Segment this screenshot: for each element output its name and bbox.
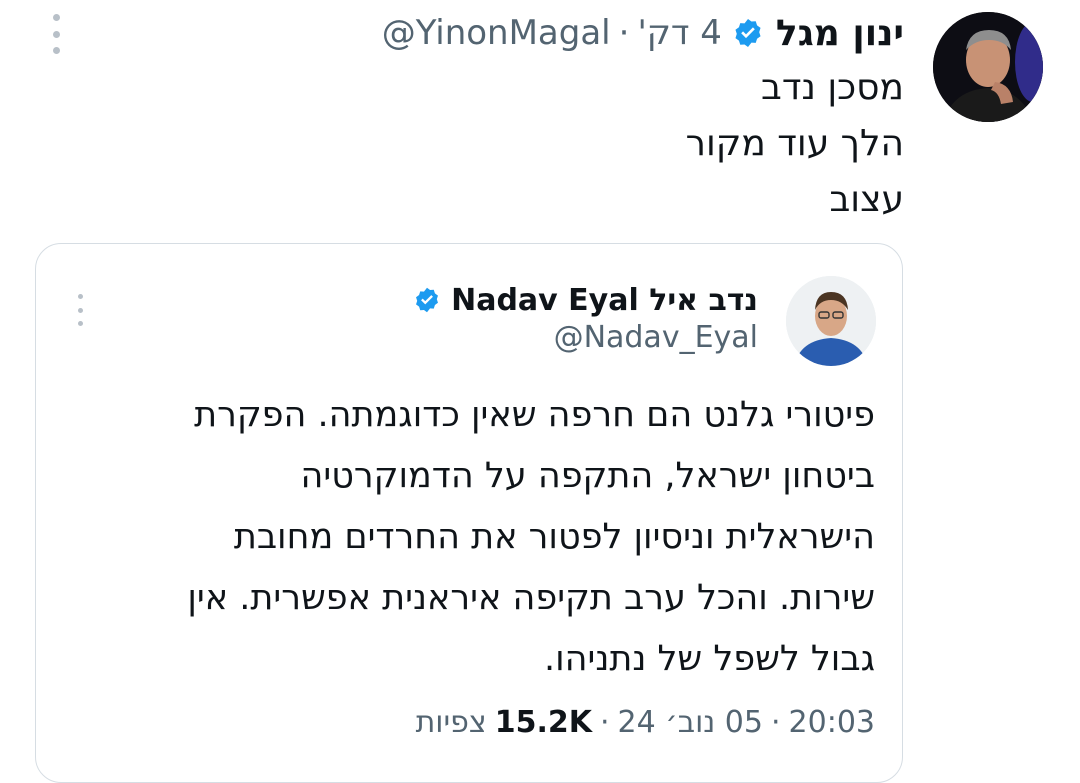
views-label: צפיות <box>415 704 487 740</box>
quoted-author-row: נדב איל Nadav Eyal <box>413 280 758 320</box>
quoted-text-line: ביטחון ישראל, התקפה על הדמוקרטיה <box>300 456 875 496</box>
quoted-text-line: שירות. והכל ערב תקיפה איראנית אפשרית. אי… <box>187 578 875 618</box>
tweet-header: ינון מגל @YinonMagal · 4 דק' <box>382 8 904 58</box>
quoted-author-handle[interactable]: @Nadav_Eyal <box>554 320 758 355</box>
tweet-text: מסכן נדב הלך עוד מקור עצוב <box>204 60 904 228</box>
views-count[interactable]: 15.2K <box>495 705 592 740</box>
footer-separator: · <box>599 704 610 740</box>
more-dot <box>77 294 83 299</box>
quoted-time[interactable]: 20:03 <box>789 705 875 740</box>
author-handle[interactable]: @YinonMagal <box>382 13 611 53</box>
more-dot <box>52 14 60 21</box>
verified-badge-icon <box>735 19 761 47</box>
more-dot <box>77 321 83 326</box>
tweet-text-line: עצוב <box>829 179 904 220</box>
avatar-photo <box>786 276 876 366</box>
quoted-text-line: גבול לשפל של נתניהו. <box>544 639 875 679</box>
quoted-tweet-text: פיטורי גלנט הם חרפה שאין כדוגמתה. הפקרת … <box>115 385 875 690</box>
quoted-tweet-footer: 20:03 · 05 נוב׳ 24 · 15.2K צפיות <box>416 700 875 744</box>
author-meta: @YinonMagal · 4 דק' <box>382 13 722 53</box>
tweet-text-line: מסכן נדב <box>761 67 904 108</box>
quoted-author-name[interactable]: נדב איל Nadav Eyal <box>451 283 758 318</box>
author-avatar[interactable] <box>933 12 1043 122</box>
more-dot <box>77 307 83 313</box>
quoted-text-line: פיטורי גלנט הם חרפה שאין כדוגמתה. הפקרת <box>194 395 875 435</box>
verified-badge-icon <box>416 287 439 313</box>
quoted-text-line: הישראלית וניסיון לפטור את החרדים מחובת <box>233 517 875 557</box>
tweet-text-line: הלך עוד מקור <box>685 123 904 164</box>
avatar-photo <box>933 12 1043 122</box>
quoted-more-options-button[interactable] <box>72 294 88 326</box>
tweet-time[interactable]: 4 דק' <box>637 13 721 53</box>
more-dot <box>52 47 60 54</box>
more-dot <box>52 30 60 38</box>
more-options-button[interactable] <box>44 14 68 54</box>
quoted-date[interactable]: 05 נוב׳ 24 <box>618 705 763 740</box>
meta-separator: · <box>618 13 630 53</box>
footer-separator: · <box>770 704 781 740</box>
quoted-author-avatar[interactable] <box>786 276 876 366</box>
author-name[interactable]: ינון מגל <box>776 13 904 54</box>
